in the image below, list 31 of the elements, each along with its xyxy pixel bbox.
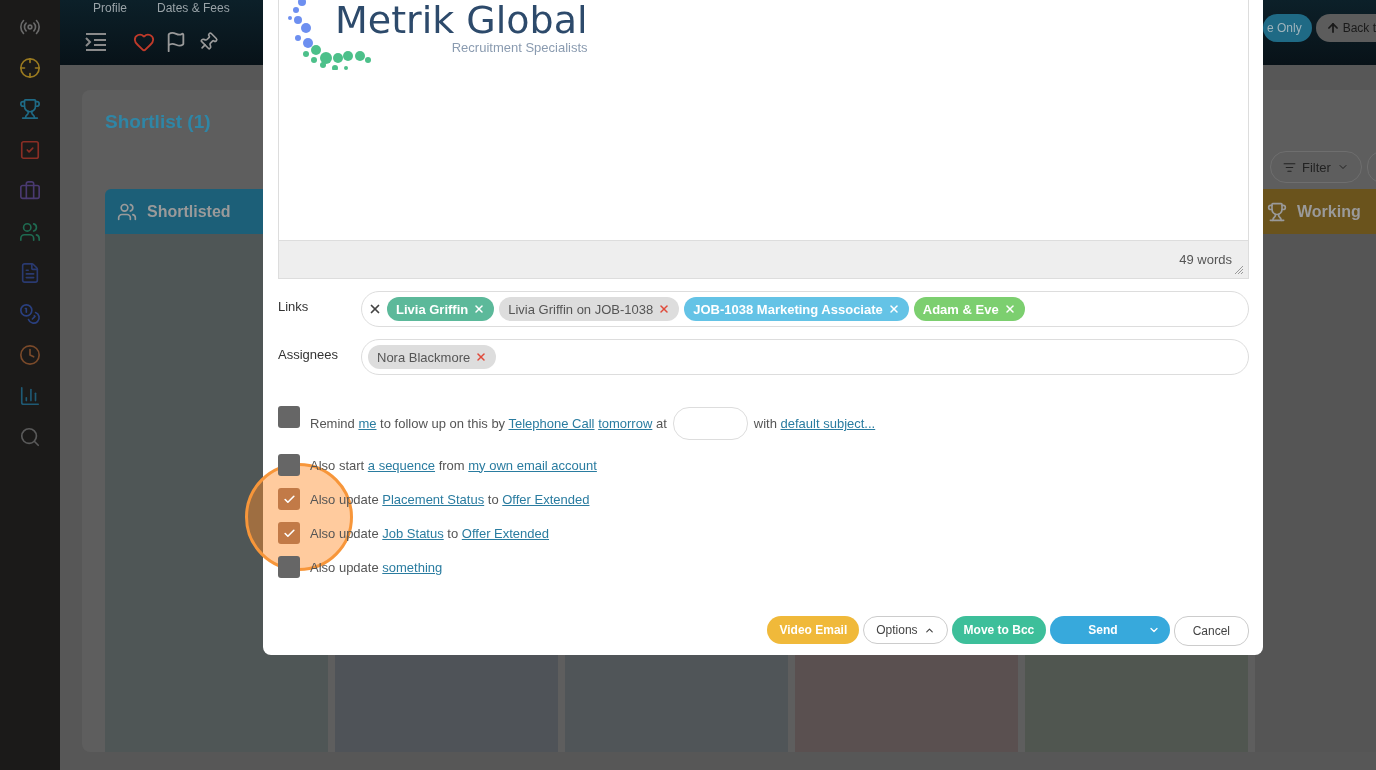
- option-link[interactable]: Offer Extended: [461, 525, 549, 541]
- header-tab[interactable]: Dates & Fees: [157, 1, 230, 17]
- option-link[interactable]: a sequence: [367, 457, 436, 473]
- option-link[interactable]: Telephone Call: [508, 416, 595, 431]
- option-text: Remind me to follow up on this by Telephone Call tomorrow at: [310, 416, 667, 431]
- option-text: with default subject...: [753, 416, 876, 431]
- header-button[interactable]: e Only: [1262, 14, 1312, 42]
- option-link[interactable]: my own email account: [468, 457, 597, 473]
- board-title: Shortlist (1): [105, 110, 211, 134]
- word-count: 49 words: [1179, 252, 1232, 267]
- dialog-button[interactable]: Cancel: [1173, 616, 1249, 646]
- option-link[interactable]: something: [382, 559, 443, 575]
- tag-chip[interactable]: Nora Blackmore: [368, 345, 497, 369]
- header-tab[interactable]: Profile: [93, 1, 127, 17]
- option-link[interactable]: default subject...: [780, 416, 876, 431]
- option-link[interactable]: tomorrow: [598, 416, 653, 431]
- option-link[interactable]: Placement Status: [382, 491, 485, 507]
- logo-subtitle: Recruitment Specialists: [451, 40, 588, 55]
- field-label: Assignees: [278, 346, 339, 362]
- column-title: Working: [1297, 202, 1361, 221]
- option-link[interactable]: Job Status: [382, 525, 444, 541]
- column-title: Shortlisted: [147, 202, 231, 221]
- dialog-button[interactable]: Send: [1050, 616, 1170, 644]
- field-label: Links: [278, 298, 310, 314]
- option-link[interactable]: me: [358, 416, 377, 431]
- tag-chip[interactable]: Livia Griffin on JOB-1038: [499, 297, 680, 321]
- dialog-button[interactable]: Options: [863, 616, 948, 644]
- option-link[interactable]: Offer Extended: [502, 491, 590, 507]
- header-button[interactable]: Back t: [1315, 14, 1376, 42]
- logo-title: Metrik Global: [335, 0, 588, 40]
- option-text: Also start a sequence from my own email account: [310, 457, 597, 473]
